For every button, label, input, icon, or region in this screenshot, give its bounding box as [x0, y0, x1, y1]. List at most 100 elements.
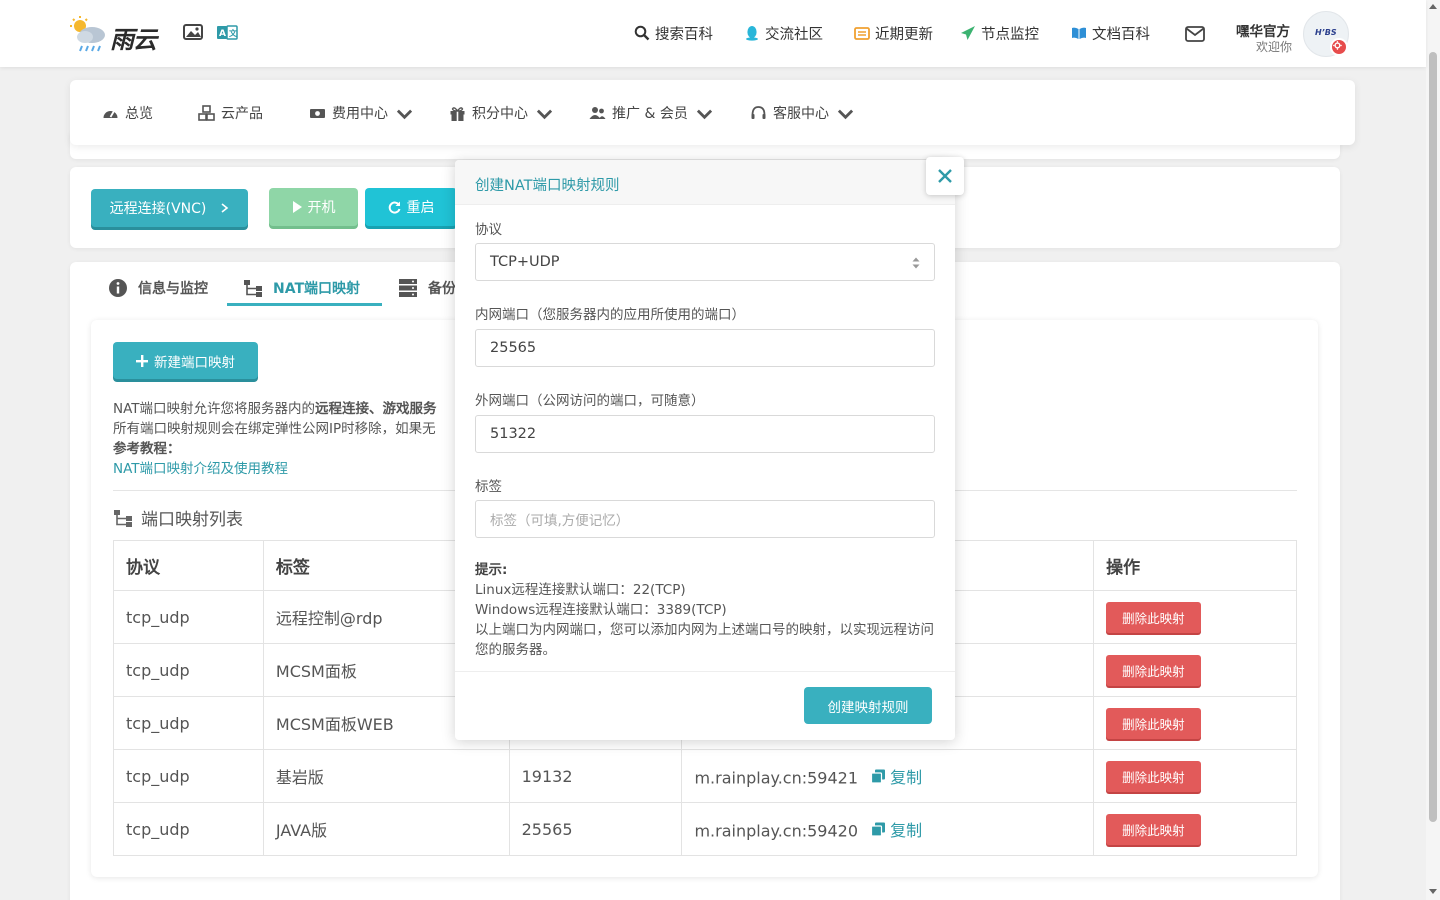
- create-nat-rule-dialog: 创建NAT端口映射规则 协议 TCP+UDP 内网端口（您服务器内的应用所使用的…: [455, 157, 964, 740]
- reference-label: 参考教程：: [113, 441, 181, 457]
- book-icon: [1072, 27, 1086, 39]
- menu-item-label: 客服中心: [773, 106, 829, 122]
- tag-label: 标签: [475, 479, 502, 495]
- cell-actions: 删除此映射: [1093, 696, 1297, 750]
- copy-button[interactable]: 复制: [871, 817, 922, 841]
- menu-item-promotion[interactable]: 推广 & 会员: [589, 103, 713, 123]
- nav-docs[interactable]: 文档百科: [1071, 22, 1150, 44]
- info-icon: [109, 279, 127, 297]
- desc-text: NAT端口映射允许您将服务器内的: [113, 401, 316, 417]
- menu-item-products[interactable]: 云产品: [198, 103, 263, 123]
- tab-nat-mapping[interactable]: NAT端口映射: [243, 278, 360, 298]
- delete-mapping-button[interactable]: 删除此映射: [1106, 601, 1201, 633]
- svg-text:A: A: [219, 29, 226, 39]
- plus-icon: [136, 354, 148, 367]
- menu-item-points[interactable]: 积分中心: [449, 103, 553, 123]
- dialog-footer-divider: [455, 671, 955, 672]
- copy-button[interactable]: 复制: [871, 764, 922, 788]
- menu-item-billing[interactable]: 费用中心: [309, 103, 413, 123]
- delete-mapping-button[interactable]: 删除此映射: [1106, 760, 1201, 792]
- create-rule-button[interactable]: 创建映射规则: [804, 687, 932, 724]
- tab-info-monitor[interactable]: 信息与监控: [108, 278, 208, 298]
- protocol-label: 协议: [475, 222, 502, 238]
- dialog-title: 创建NAT端口映射规则: [475, 178, 620, 194]
- menu-item-support[interactable]: 客服中心: [750, 103, 854, 123]
- restart-button-label: 重启: [406, 200, 435, 216]
- inner-port-input[interactable]: 25565: [475, 329, 935, 367]
- tab-label: 信息与监控: [138, 281, 208, 297]
- nat-description-line2: 所有端口映射规则会在绑定弹性公网IP时移除，如果无: [113, 421, 436, 437]
- tab-label: NAT端口映射: [273, 281, 361, 297]
- sitemap-icon: [244, 280, 262, 297]
- nav-community[interactable]: 交流社区: [744, 22, 823, 44]
- nav-community-label: 交流社区: [765, 26, 823, 43]
- page-scrollbar[interactable]: [1426, 0, 1440, 900]
- tip-line: 以上端口为内网端口，您可以添加内网为上述端口号的映射，以实现远程访问您的服务器。: [475, 622, 934, 658]
- table-row: tcp_udp JAVA版 25565 m.rainplay.cn:59420 …: [113, 802, 1297, 856]
- scroll-down-arrow[interactable]: [1429, 889, 1437, 894]
- tag-input[interactable]: 标签（可填,方便记忆）: [475, 500, 935, 538]
- new-mapping-label: 新建端口映射: [154, 354, 235, 371]
- outer-address: m.rainplay.cn:59421: [694, 768, 858, 788]
- tutorial-link[interactable]: NAT端口映射介绍及使用教程: [113, 457, 288, 477]
- chevron-down-icon: [536, 109, 553, 119]
- delete-mapping-button[interactable]: 删除此映射: [1106, 654, 1201, 686]
- qq-icon: [746, 26, 758, 41]
- gear-icon[interactable]: [1330, 38, 1348, 56]
- copy-label: 复制: [890, 768, 923, 787]
- cell-actions: 删除此映射: [1093, 643, 1297, 697]
- col-actions: 操作: [1093, 540, 1297, 591]
- cell-protocol: tcp_udp: [113, 802, 264, 856]
- nav-updates-label: 近期更新: [875, 26, 933, 43]
- cell-protocol: tcp_udp: [113, 749, 264, 803]
- vnc-button[interactable]: 远程连接(VNC): [91, 189, 248, 227]
- table-row: tcp_udp 基岩版 19132 m.rainplay.cn:59421 复制…: [113, 749, 1297, 803]
- col-protocol: 协议: [113, 540, 264, 591]
- scroll-thumb[interactable]: [1429, 52, 1437, 822]
- user-name[interactable]: 嘿华官方: [1236, 20, 1290, 40]
- mail-icon[interactable]: [1185, 26, 1205, 42]
- cell-outer: m.rainplay.cn:59421 复制: [681, 749, 1095, 803]
- nav-search[interactable]: 搜索百科: [634, 22, 713, 44]
- news-icon: [854, 27, 870, 40]
- nat-description-line1: NAT端口映射允许您将服务器内的远程连接、游戏服务: [113, 397, 437, 417]
- menu-item-label: 云产品: [221, 106, 263, 122]
- tab-label: 备份: [428, 281, 456, 297]
- delete-mapping-button[interactable]: 删除此映射: [1106, 707, 1201, 739]
- copy-icon: [871, 822, 886, 837]
- mapping-list-title: 端口映射列表: [113, 505, 243, 530]
- tab-backup[interactable]: 备份: [398, 278, 456, 298]
- delete-mapping-button[interactable]: 删除此映射: [1106, 813, 1201, 845]
- menu-item-overview[interactable]: 总览: [102, 103, 153, 123]
- refresh-icon: [388, 201, 400, 213]
- cell-inner: 19132: [508, 749, 683, 803]
- close-icon: [938, 169, 952, 183]
- nav-updates[interactable]: 近期更新: [854, 22, 933, 44]
- search-icon: [634, 25, 650, 41]
- tip-title: 提示:: [475, 562, 508, 578]
- user-welcome: 欢迎你: [1256, 40, 1293, 54]
- scroll-up-arrow[interactable]: [1429, 4, 1437, 9]
- protocol-select[interactable]: TCP+UDP: [475, 243, 935, 281]
- start-button[interactable]: 开机: [269, 188, 358, 226]
- main-menu: 总览 云产品 费用中心 积分中心 推广 & 会员 客服中心: [70, 80, 1355, 145]
- sitemap-icon: [114, 509, 132, 527]
- restart-button[interactable]: 重启: [365, 188, 457, 226]
- select-arrows-icon: [912, 257, 920, 269]
- chevron-right-icon: [221, 203, 229, 213]
- cell-actions: 删除此映射: [1093, 802, 1297, 856]
- new-mapping-button[interactable]: 新建端口映射: [113, 342, 258, 379]
- image-icon[interactable]: [183, 24, 205, 42]
- logo-text[interactable]: 雨云: [110, 20, 157, 55]
- outer-port-input[interactable]: 51322: [475, 415, 935, 453]
- menu-item-label: 费用中心: [332, 106, 388, 122]
- tip-box: 提示: Linux远程连接默认端口：22(TCP) Windows远程连接默认端…: [475, 560, 935, 660]
- dialog-close-button[interactable]: [926, 157, 964, 195]
- nav-monitor[interactable]: 节点监控: [960, 22, 1039, 44]
- users-icon: [589, 106, 606, 119]
- menu-item-label: 积分中心: [472, 106, 528, 122]
- translate-icon[interactable]: A 文: [216, 24, 238, 42]
- cell-actions: 删除此映射: [1093, 749, 1297, 803]
- svg-text:文: 文: [229, 28, 238, 38]
- cell-actions: 删除此映射: [1093, 590, 1297, 644]
